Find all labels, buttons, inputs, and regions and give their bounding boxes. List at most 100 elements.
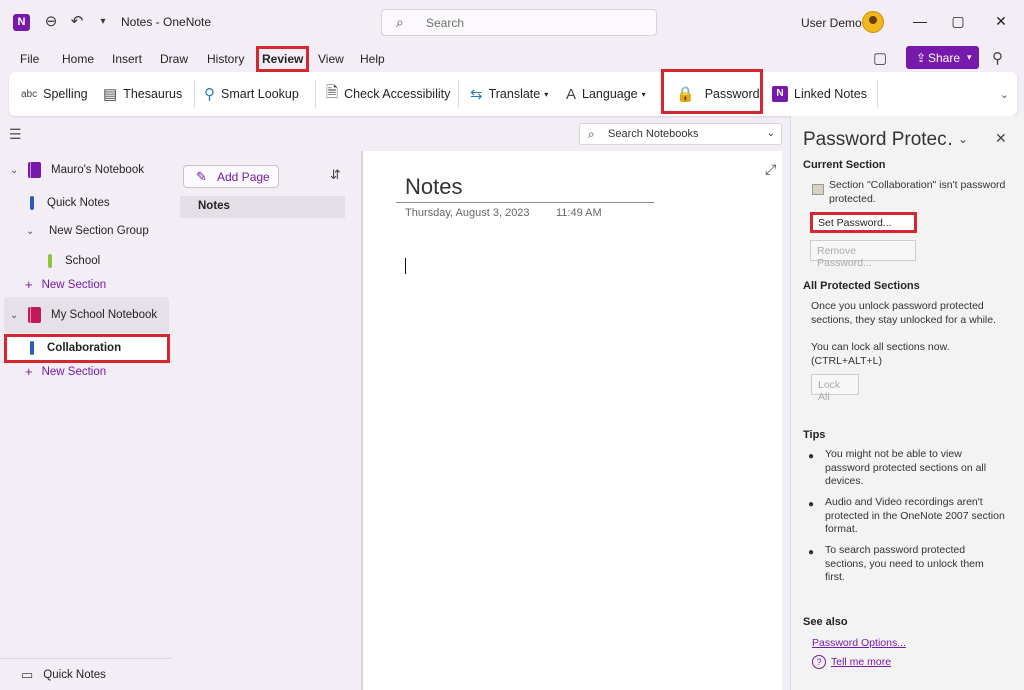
pane-options-chevron-icon[interactable]: ⌄	[958, 132, 968, 146]
tip-item: You might not be able to view password p…	[825, 448, 987, 487]
section-school[interactable]: School	[48, 254, 100, 268]
new-section-link[interactable]: + New Section	[25, 364, 106, 379]
sort-icon[interactable]: ⇵	[330, 167, 341, 183]
section-collaboration[interactable]: Collaboration	[30, 341, 121, 355]
section-tab-icon	[48, 254, 52, 268]
notebook-mauros[interactable]: ⌄ Mauro's Notebook	[10, 162, 144, 178]
section-group-name: New Section Group	[49, 225, 149, 237]
search-scope-chevron-icon[interactable]: ⌄	[767, 128, 775, 139]
tab-help[interactable]: Help	[356, 50, 389, 68]
add-page-icon: ✎	[196, 169, 207, 184]
section-quick-notes[interactable]: Quick Notes	[30, 196, 110, 210]
bullet-icon: ●	[808, 451, 815, 462]
search-input[interactable]: ⌕ Search	[381, 9, 657, 36]
back-icon[interactable]: ⊖	[40, 11, 62, 33]
thesaurus-button[interactable]: ▤ Thesaurus	[103, 84, 182, 104]
customize-toolbar-chevron-icon[interactable]: ▾	[92, 11, 114, 33]
translate-label: Translate	[488, 87, 541, 101]
search-notebooks-input[interactable]: ⌕ Search Notebooks ⌄	[579, 123, 782, 145]
sticky-notes-icon[interactable]: ▢	[873, 49, 887, 67]
ribbon: abc Spelling ▤ Thesaurus ⚲ Smart Lookup …	[9, 69, 1017, 116]
tab-file[interactable]: File	[16, 50, 43, 68]
page-title[interactable]: Notes	[405, 174, 462, 200]
lock-icon: 🔒	[676, 86, 695, 103]
share-chevron-icon[interactable]: ▾	[967, 52, 972, 63]
avatar[interactable]	[862, 11, 884, 33]
notebook-icon	[28, 307, 41, 323]
plus-icon: +	[25, 364, 33, 379]
hamburger-menu-icon[interactable]: ☰	[9, 126, 22, 143]
chevron-down-icon[interactable]: ⌄	[26, 226, 38, 237]
note-canvas[interactable]: ⤢ Notes Thursday, August 3, 2023 11:49 A…	[361, 151, 782, 690]
minimize-icon[interactable]: —	[910, 13, 930, 29]
set-password-button[interactable]: Set Password...	[810, 212, 917, 233]
quick-notes-icon: ▭	[21, 667, 34, 682]
translate-button[interactable]: ⇆ Translate ▾	[470, 84, 548, 104]
onenote-logo-icon: N	[13, 14, 30, 31]
spelling-button[interactable]: abc Spelling	[21, 84, 88, 104]
feedback-icon[interactable]: ⚲	[992, 49, 1003, 67]
all-protected-heading: All Protected Sections	[803, 280, 920, 292]
check-accessibility-button[interactable]: 🗎 Check Accessibility	[326, 84, 450, 104]
tab-home[interactable]: Home	[58, 50, 98, 68]
maximize-icon[interactable]: ▢	[948, 13, 968, 30]
smart-lookup-button[interactable]: ⚲ Smart Lookup	[204, 84, 299, 104]
chevron-down-icon[interactable]: ⌄	[10, 310, 22, 321]
password-protection-pane: Password Protec… ⌄ ✕ Current Section Sec…	[790, 116, 1024, 690]
section-name: Quick Notes	[47, 197, 110, 209]
see-also-heading: See also	[803, 616, 848, 628]
section-group-new[interactable]: ⌄ New Section Group	[26, 225, 149, 237]
section-name: School	[65, 255, 101, 267]
linked-notes-icon: N	[772, 86, 788, 102]
section-status-icon	[812, 184, 824, 195]
tab-view[interactable]: View	[314, 50, 348, 68]
smart-lookup-label: Smart Lookup	[221, 87, 299, 101]
remove-password-button: Remove Password...	[810, 240, 916, 269]
smart-lookup-icon: ⚲	[204, 86, 215, 103]
quick-notes-footer[interactable]: ▭ Quick Notes	[0, 658, 172, 690]
language-icon: A	[566, 85, 577, 103]
new-section-label: New Section	[41, 365, 107, 378]
tips-heading: Tips	[803, 429, 826, 441]
tab-insert[interactable]: Insert	[108, 50, 146, 68]
tab-review[interactable]: Review	[256, 46, 310, 72]
share-button[interactable]: ⇪ Share ▾	[906, 46, 979, 69]
tab-history[interactable]: History	[203, 50, 248, 68]
notebook-my-school[interactable]: ⌄ My School Notebook	[10, 307, 157, 323]
share-label: Share	[928, 51, 961, 65]
search-icon: ⌕	[588, 127, 595, 141]
search-icon: ⌕	[396, 14, 404, 30]
new-section-link[interactable]: + New Section	[25, 277, 106, 292]
user-name[interactable]: User Demo	[801, 16, 862, 30]
title-underline	[396, 202, 654, 203]
notebook-name: My School Notebook	[51, 309, 158, 321]
tip-item: Audio and Video recordings aren't protec…	[825, 496, 1005, 535]
share-icon: ⇪	[916, 51, 927, 65]
language-button[interactable]: A Language ▾	[566, 84, 646, 104]
new-section-label: New Section	[41, 278, 107, 291]
language-label: Language	[582, 87, 638, 101]
notebook-icon	[28, 162, 41, 178]
add-page-button[interactable]: ✎ Add Page	[183, 165, 279, 188]
linked-notes-button[interactable]: N Linked Notes	[772, 84, 867, 104]
check-accessibility-label: Check Accessibility	[344, 87, 451, 101]
undo-icon[interactable]: ↶	[66, 11, 88, 33]
note-date: Thursday, August 3, 2023	[405, 207, 530, 219]
expand-icon[interactable]: ⤢	[765, 161, 776, 178]
title-bar: N ⊖ ↶ ▾ Notes - OneNote ⌕ Search User De…	[0, 0, 1024, 44]
page-item-notes[interactable]: Notes	[180, 196, 345, 218]
password-options-link[interactable]: Password Options...	[812, 637, 906, 649]
pane-close-icon[interactable]: ✕	[995, 130, 1007, 147]
tab-draw[interactable]: Draw	[156, 50, 192, 68]
add-page-label: Add Page	[217, 170, 270, 184]
close-icon[interactable]: ✕	[991, 13, 1011, 30]
password-button[interactable]: 🔒 Password	[676, 84, 760, 104]
notebook-name: Mauro's Notebook	[51, 164, 144, 176]
ribbon-collapse-chevron-icon[interactable]: ⌄	[1000, 88, 1009, 101]
text-caret	[405, 258, 406, 274]
unlock-info-text: Once you unlock password protected secti…	[811, 300, 997, 326]
tell-me-more-link[interactable]: Tell me more	[831, 656, 891, 668]
lock-all-button: Lock All	[811, 374, 859, 403]
note-time: 11:49 AM	[556, 207, 602, 219]
chevron-down-icon[interactable]: ⌄	[10, 165, 22, 176]
